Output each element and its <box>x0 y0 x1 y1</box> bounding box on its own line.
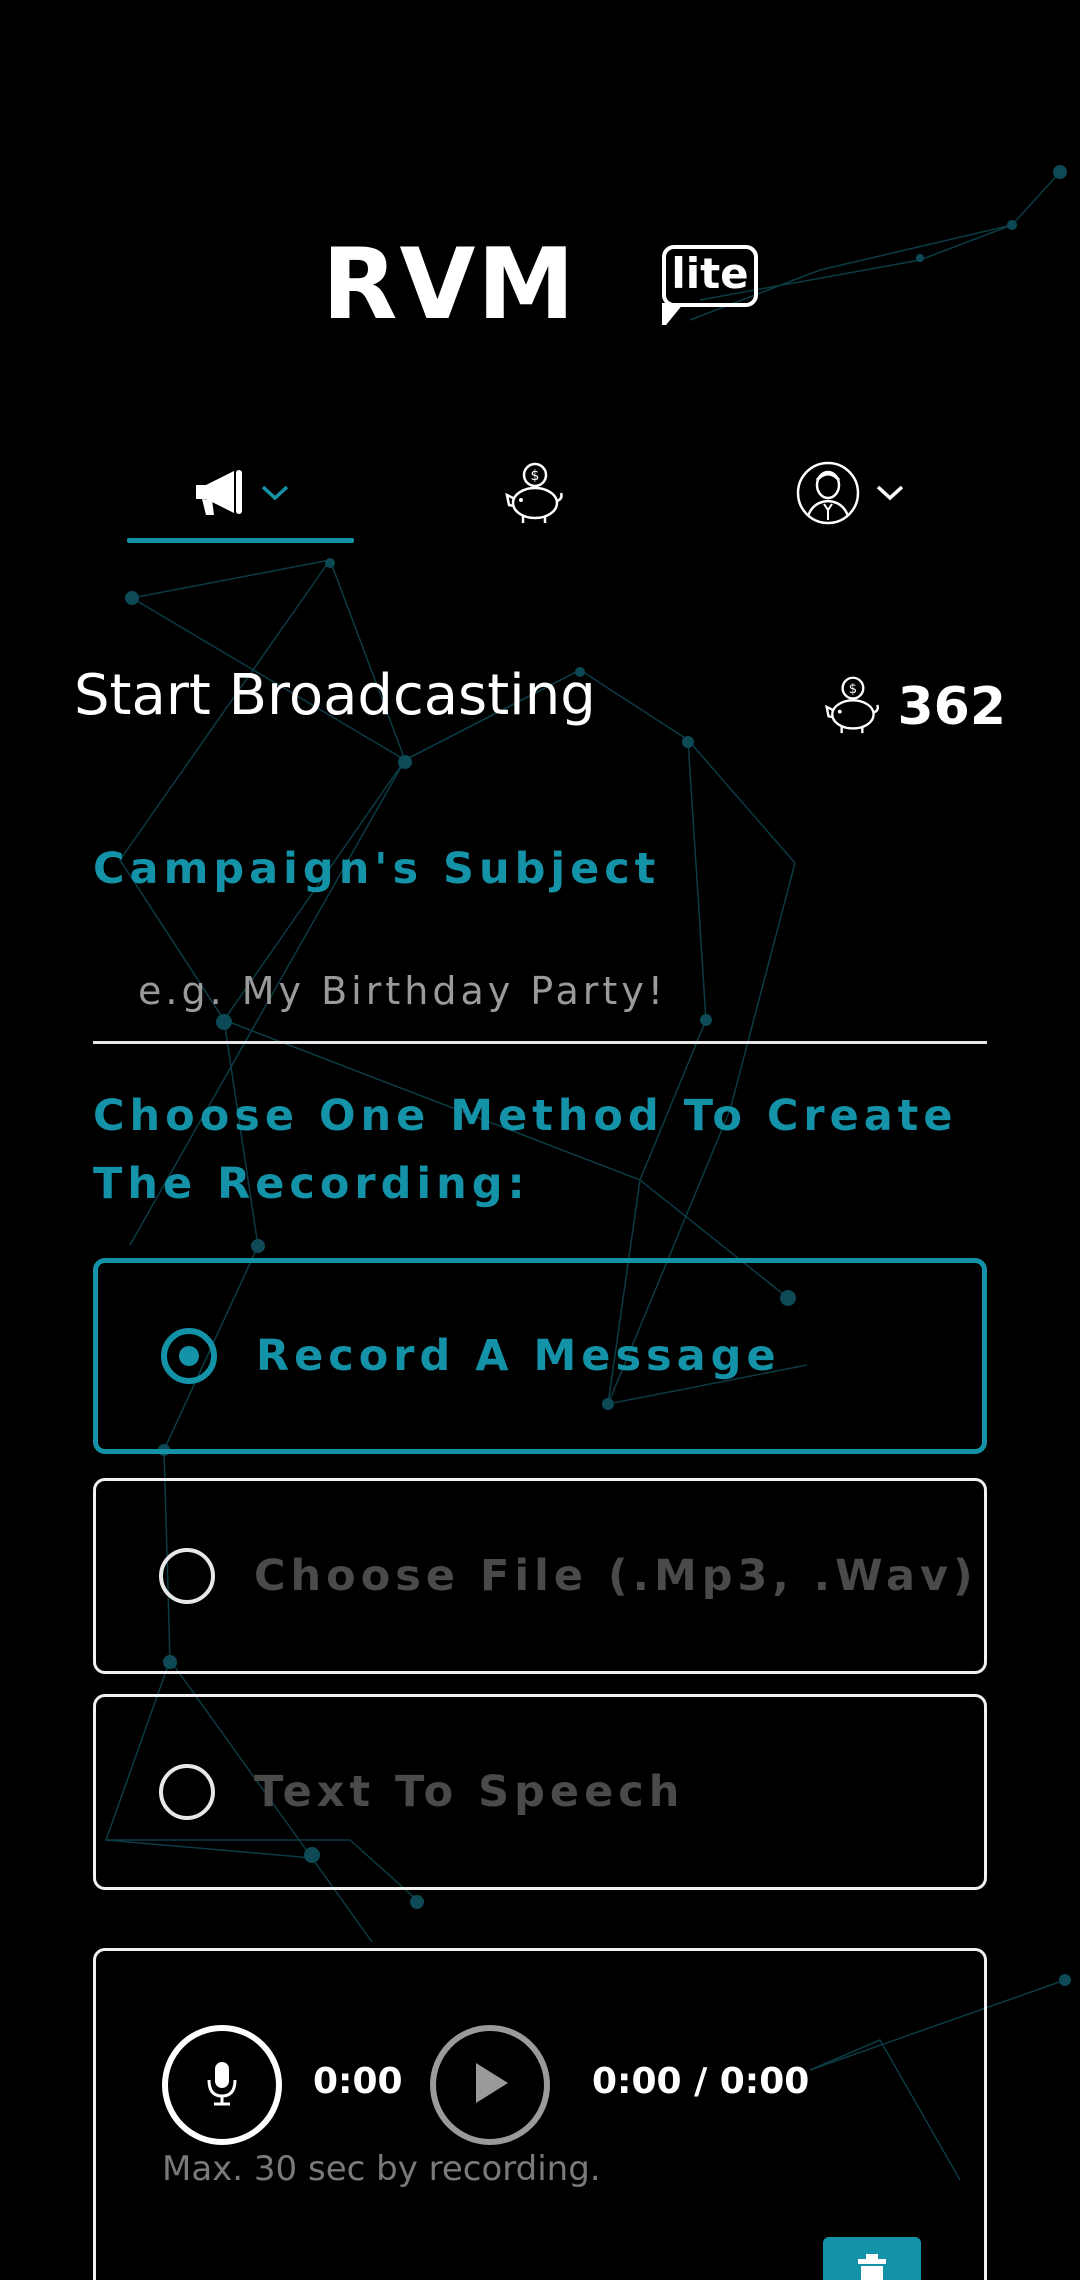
playback-time: 0:00 / 0:00 <box>592 2061 810 2102</box>
piggy-bank-icon: $ <box>501 461 567 530</box>
option-text-to-speech[interactable]: Text To Speech <box>93 1694 987 1890</box>
method-label: Choose One Method To Create The Recordin… <box>93 1091 958 1209</box>
recorder-panel: 0:00 0:00 / 0:00 Max. 30 sec by recordin… <box>93 1948 987 2280</box>
megaphone-icon <box>192 467 248 524</box>
tab-campaigns[interactable] <box>127 440 354 550</box>
page-title: Start Broadcasting <box>74 663 596 728</box>
option-label: Record A Message <box>256 1331 781 1381</box>
record-button[interactable] <box>162 2025 282 2145</box>
option-choose-file[interactable]: Choose File (.Mp3, .Wav) <box>93 1478 987 1674</box>
play-button[interactable] <box>430 2025 550 2145</box>
radio-text-to-speech[interactable] <box>159 1764 215 1820</box>
record-timer: 0:00 <box>313 2061 403 2102</box>
piggy-bank-icon: $ <box>821 674 883 741</box>
option-label: Choose File (.Mp3, .Wav) <box>254 1551 978 1601</box>
recording-hint: Max. 30 sec by recording. <box>162 2149 601 2189</box>
app-logo: RVM lite <box>322 228 762 342</box>
logo-wordmark: RVM <box>322 228 577 342</box>
top-nav: $ <box>0 440 1080 550</box>
chevron-down-icon <box>875 484 905 507</box>
microphone-icon <box>205 2060 239 2111</box>
delete-recording-button[interactable] <box>823 2237 921 2280</box>
trash-icon <box>855 2253 889 2280</box>
option-record-message[interactable]: Record A Message <box>93 1258 987 1454</box>
logo-badge: lite <box>662 245 758 325</box>
chevron-down-icon <box>260 484 290 507</box>
user-avatar-icon <box>795 460 861 531</box>
balance-value: 362 <box>897 677 1006 737</box>
subject-label: Campaign's Subject <box>93 844 661 894</box>
active-tab-indicator <box>127 538 354 543</box>
option-label: Text To Speech <box>254 1767 685 1817</box>
logo-badge-text: lite <box>671 249 749 298</box>
svg-text:$: $ <box>849 681 857 696</box>
radio-record-message[interactable] <box>161 1328 217 1384</box>
credit-balance: $ 362 <box>821 672 1006 742</box>
tab-account[interactable] <box>760 440 940 550</box>
svg-text:$: $ <box>530 468 539 484</box>
subject-input[interactable] <box>93 940 987 1044</box>
tab-credits[interactable]: $ <box>420 440 647 550</box>
radio-choose-file[interactable] <box>159 1548 215 1604</box>
play-icon <box>470 2061 510 2110</box>
